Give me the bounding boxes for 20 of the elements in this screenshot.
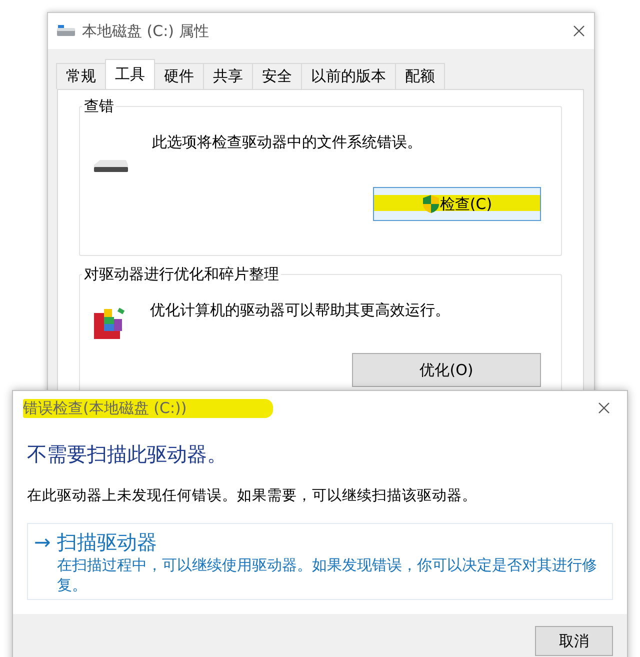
dialog-heading: 不需要扫描此驱动器。 bbox=[27, 441, 228, 468]
tab[interactable]: 常规 bbox=[56, 63, 106, 89]
scan-drive-link[interactable]: → 扫描驱动器 在扫描过程中，可以继续使用驱动器。如果发现错误，你可以决定是否对其进行修复。 bbox=[27, 523, 613, 600]
group-heading: 查错 bbox=[82, 97, 116, 116]
check-button[interactable]: 检查(C) bbox=[373, 187, 541, 221]
description-text: 优化计算机的驱动器可以帮助其更高效运行。 bbox=[150, 301, 450, 320]
dialog-title: 错误检查(本地磁盘 (C:)) bbox=[23, 398, 273, 418]
group-heading: 对驱动器进行优化和碎片整理 bbox=[82, 265, 281, 284]
drive-icon bbox=[92, 157, 130, 175]
shield-icon bbox=[422, 194, 440, 214]
tab[interactable]: 工具 bbox=[105, 59, 155, 89]
window-title: 本地磁盘 (C:) 属性 bbox=[82, 22, 209, 40]
optimize-button[interactable]: 优化(O) bbox=[352, 353, 541, 387]
close-icon[interactable] bbox=[572, 24, 586, 38]
dialog-message: 在此驱动器上未发现任何错误。如果需要，可以继续扫描该驱动器。 bbox=[27, 487, 478, 505]
cancel-button[interactable]: 取消 bbox=[535, 626, 613, 656]
close-icon[interactable] bbox=[597, 401, 611, 415]
tab[interactable]: 配额 bbox=[395, 63, 445, 89]
description-text: 此选项将检查驱动器中的文件系统错误。 bbox=[152, 133, 422, 152]
drive-icon bbox=[56, 24, 76, 38]
